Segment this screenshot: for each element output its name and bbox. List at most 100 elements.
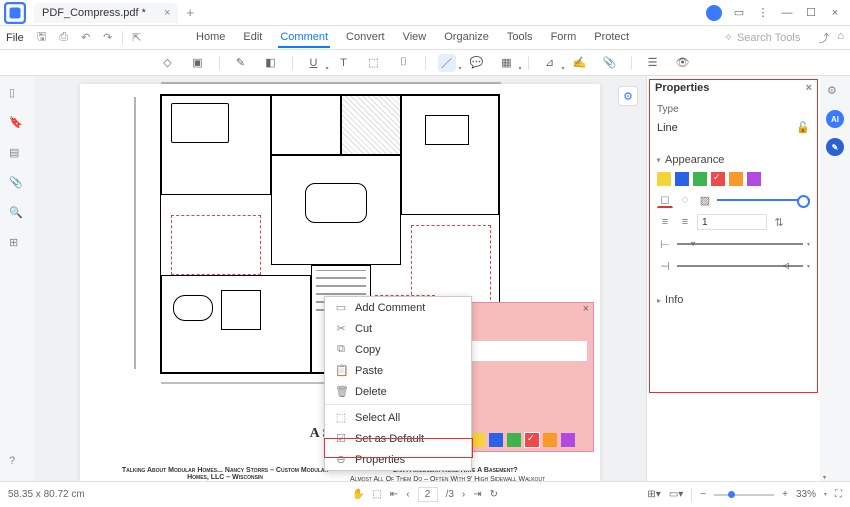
select-tool-icon[interactable]: ⬚ bbox=[372, 489, 381, 500]
stroke-color-icon[interactable]: ◻▾ bbox=[657, 192, 673, 208]
callout-icon[interactable]: ⌷ bbox=[395, 54, 413, 72]
note-icon[interactable]: 💬 bbox=[468, 54, 486, 72]
layers-icon[interactable]: ▤ bbox=[9, 146, 25, 162]
minimize-icon[interactable]: — bbox=[780, 6, 794, 20]
next-page-icon[interactable]: › bbox=[462, 489, 465, 500]
last-page-icon[interactable]: ⇥ bbox=[473, 489, 481, 500]
reading-mode-icon[interactable]: ▭▾ bbox=[669, 489, 683, 500]
thickness-icon[interactable]: ≡ bbox=[677, 214, 693, 230]
ai-badge-blue[interactable]: AI bbox=[826, 110, 844, 128]
appearance-section[interactable]: Appearance bbox=[657, 154, 810, 166]
hide-comments-icon[interactable]: 👁 bbox=[674, 54, 692, 72]
thumbnails-icon[interactable]: ▯ bbox=[9, 86, 25, 102]
save-icon[interactable]: 🖫 bbox=[34, 30, 50, 46]
fullscreen-icon[interactable]: ⛶ bbox=[835, 489, 842, 500]
opacity-slider[interactable] bbox=[717, 199, 810, 201]
document-tab[interactable]: PDF_Compress.pdf * × bbox=[34, 3, 178, 23]
compact-icon[interactable]: ▭ bbox=[732, 6, 746, 20]
jump-icon[interactable]: ↻ bbox=[490, 489, 498, 500]
sticky-close-icon[interactable]: × bbox=[583, 303, 589, 317]
close-tab-icon[interactable]: × bbox=[164, 7, 170, 19]
menu-form[interactable]: Form bbox=[549, 28, 579, 48]
cm-select-all[interactable]: ⬚Select All bbox=[325, 407, 471, 428]
cm-properties[interactable]: ⊖Properties bbox=[325, 449, 471, 470]
area-highlight-icon[interactable]: ▣ bbox=[189, 54, 207, 72]
swatch-blue[interactable] bbox=[675, 172, 689, 186]
settings-rail-icon[interactable]: ⚙ bbox=[827, 84, 843, 100]
swatch-purple[interactable] bbox=[561, 433, 575, 447]
close-window-icon[interactable]: × bbox=[828, 6, 842, 20]
document-canvas[interactable]: ⚙ bbox=[34, 76, 646, 481]
eraser-icon[interactable]: ◧ bbox=[262, 54, 280, 72]
hand-tool-icon[interactable]: ✋ bbox=[352, 489, 364, 500]
share-icon[interactable]: ⤴ bbox=[818, 30, 829, 46]
export-icon[interactable]: ⇱▾ bbox=[129, 30, 145, 46]
sticky-note[interactable]: × bbox=[464, 302, 594, 452]
stamp-icon[interactable]: ▦▾ bbox=[498, 54, 516, 72]
menu-protect[interactable]: Protect bbox=[592, 28, 631, 48]
menu-edit[interactable]: Edit bbox=[241, 28, 264, 48]
swatch-yellow[interactable] bbox=[471, 433, 485, 447]
panel-close-icon[interactable]: × bbox=[806, 82, 812, 94]
swatch-orange[interactable] bbox=[729, 172, 743, 186]
first-page-icon[interactable]: ⇤ bbox=[390, 489, 398, 500]
kebab-icon[interactable]: ⋮ bbox=[756, 6, 770, 20]
menu-organize[interactable]: Organize bbox=[442, 28, 491, 48]
sticky-text-input[interactable] bbox=[471, 341, 587, 361]
cm-delete[interactable]: 🗑Delete bbox=[325, 381, 471, 402]
swatch-blue[interactable] bbox=[489, 433, 503, 447]
menu-convert[interactable]: Convert bbox=[344, 28, 387, 48]
opacity-icon[interactable]: ▨ bbox=[697, 192, 713, 208]
zoom-in-icon[interactable]: + bbox=[782, 489, 788, 500]
start-cap-icon[interactable]: ⊢ bbox=[657, 236, 673, 252]
menu-tools[interactable]: Tools bbox=[505, 28, 535, 48]
prev-page-icon[interactable]: ‹ bbox=[406, 489, 409, 500]
end-cap-slider[interactable]: ◁ bbox=[677, 265, 803, 267]
underline-icon[interactable]: U▾ bbox=[305, 54, 323, 72]
swatch-purple[interactable] bbox=[747, 172, 761, 186]
cm-paste[interactable]: 📋Paste bbox=[325, 360, 471, 381]
search-rail-icon[interactable]: 🔍 bbox=[9, 206, 25, 222]
line-style-icon[interactable]: ≡▾ bbox=[657, 214, 673, 230]
swatch-red[interactable] bbox=[525, 433, 539, 447]
file-menu[interactable]: File bbox=[6, 32, 24, 44]
highlight-icon[interactable]: ◇ bbox=[159, 54, 177, 72]
menu-comment[interactable]: Comment bbox=[278, 28, 330, 48]
ai-float-button[interactable]: ⚙ bbox=[618, 86, 638, 106]
textbox-icon[interactable]: ⬚ bbox=[365, 54, 383, 72]
swatch-yellow[interactable] bbox=[657, 172, 671, 186]
swatch-orange[interactable] bbox=[543, 433, 557, 447]
maximize-icon[interactable]: ☐ bbox=[804, 6, 818, 20]
menu-home[interactable]: Home bbox=[194, 28, 227, 48]
ai-badge-dark[interactable]: ✎ bbox=[826, 138, 844, 156]
start-cap-slider[interactable]: ▿ bbox=[677, 243, 803, 245]
end-cap-icon[interactable]: ⊣ bbox=[657, 258, 673, 274]
menu-view[interactable]: View bbox=[401, 28, 429, 48]
pencil-icon[interactable]: ✎ bbox=[232, 54, 250, 72]
comments-list-icon[interactable]: ☰ bbox=[644, 54, 662, 72]
fill-color-icon[interactable]: ◌▾ bbox=[677, 192, 693, 208]
fields-icon[interactable]: ⊞ bbox=[9, 236, 25, 252]
swatch-green[interactable] bbox=[507, 433, 521, 447]
zoom-out-icon[interactable]: − bbox=[700, 489, 706, 500]
cm-cut[interactable]: ✂Cut bbox=[325, 318, 471, 339]
help-icon[interactable]: ? bbox=[9, 455, 25, 471]
stepper-icon[interactable]: ⇅ bbox=[771, 214, 787, 230]
signature-icon[interactable]: ✍ bbox=[571, 54, 589, 72]
swatch-green[interactable] bbox=[693, 172, 707, 186]
redo-icon[interactable]: ↷ bbox=[100, 30, 116, 46]
cloud-icon[interactable]: ⌂ bbox=[837, 30, 844, 46]
add-tab-button[interactable]: + bbox=[186, 5, 194, 20]
line-tool-icon[interactable]: ／▾ bbox=[438, 54, 456, 72]
cm-add-comment[interactable]: ▭Add Comment bbox=[325, 297, 471, 318]
page-input[interactable]: 2 bbox=[418, 487, 438, 502]
thickness-input[interactable]: 1 bbox=[697, 214, 767, 230]
undo-icon[interactable]: ↶ bbox=[78, 30, 94, 46]
zoom-slider[interactable] bbox=[714, 494, 774, 496]
search-tools[interactable]: ✧ Search Tools bbox=[724, 31, 801, 44]
lock-icon[interactable]: 🔓 bbox=[796, 121, 810, 134]
view-mode-icon[interactable]: ⊞▾ bbox=[647, 489, 660, 500]
attachments-rail-icon[interactable]: 📎 bbox=[9, 176, 25, 192]
text-icon[interactable]: T bbox=[335, 54, 353, 72]
swatch-red[interactable] bbox=[711, 172, 725, 186]
